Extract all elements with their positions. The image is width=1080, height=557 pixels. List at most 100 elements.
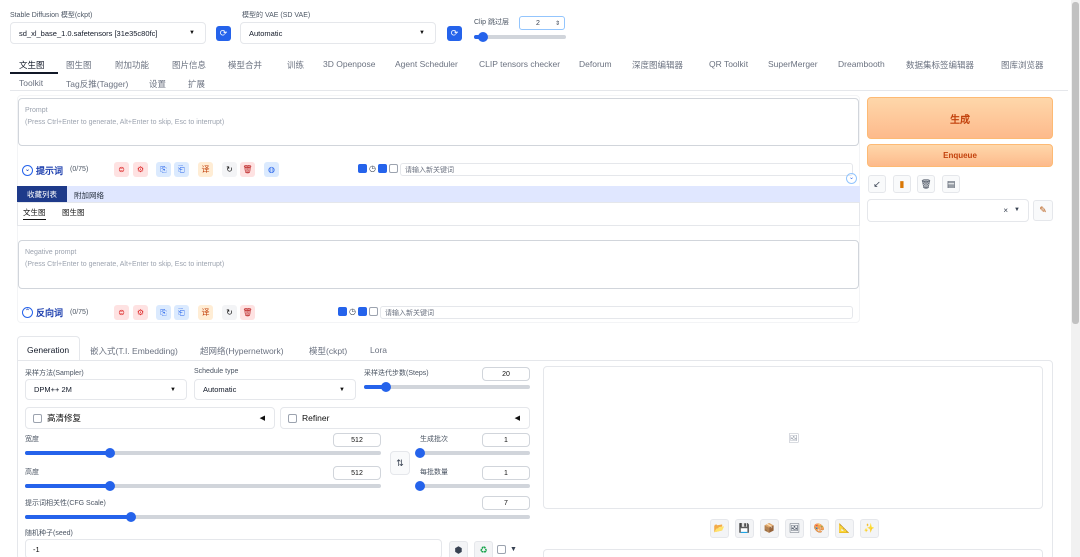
toggle-checkbox[interactable] <box>358 164 367 173</box>
expand-icon[interactable]: ⌄ <box>846 173 857 184</box>
paste-icon[interactable]: ⎗ <box>174 305 189 320</box>
toggle-checkbox[interactable] <box>357 307 367 316</box>
refiner-checkbox[interactable] <box>288 413 297 423</box>
tab-5[interactable]: 训练 <box>287 59 304 71</box>
dice-icon[interactable]: ⬢ <box>449 541 468 557</box>
vae-dropdown[interactable]: Automatic ▼ <box>240 22 436 44</box>
tab-13[interactable]: Dreambooth <box>838 59 885 69</box>
settings-icon[interactable]: ⚙ <box>133 162 148 177</box>
keyword-input[interactable]: 请输入新关键词 <box>400 163 853 176</box>
subtab-txt2img[interactable]: 文生图 <box>23 207 46 220</box>
schedule-dropdown[interactable]: Automatic ▼ <box>194 379 356 400</box>
generation-tab-4[interactable]: Lora <box>370 345 387 355</box>
clear-icon[interactable]: × <box>1003 206 1008 215</box>
tab-0[interactable]: 文生图 <box>19 59 45 71</box>
tab-4[interactable]: 模型合并 <box>228 59 262 71</box>
checkmark-icon[interactable]: ↙ <box>868 175 886 193</box>
clipboard-icon[interactable]: ▮ <box>893 175 911 193</box>
refresh-vae-button[interactable]: ⟳ <box>447 26 462 41</box>
tab-14[interactable]: 数据集标签编辑器 <box>906 59 974 71</box>
cfg-slider[interactable] <box>25 512 530 522</box>
enqueue-button[interactable]: Enqueue <box>867 144 1053 167</box>
tab-extra-networks[interactable]: 附加网络 <box>74 190 104 201</box>
generation-tab-0[interactable]: Generation <box>27 345 69 355</box>
tab-15[interactable]: 图库浏览器 <box>1001 59 1044 71</box>
seed-input[interactable]: -1 <box>25 539 442 557</box>
ckpt-dropdown[interactable]: sd_xl_base_1.0.safetensors [31e35c80fc] … <box>10 22 206 44</box>
batch-size-slider[interactable] <box>415 481 530 491</box>
toggle-checkbox[interactable] <box>377 164 387 173</box>
subtab-img2img[interactable]: 图生图 <box>62 207 85 218</box>
slider-thumb[interactable] <box>105 481 115 491</box>
hires-fix-accordion[interactable]: 高清修复 ◀ <box>25 407 275 429</box>
folder-icon[interactable]: 📂 <box>710 519 729 538</box>
prompt-textarea[interactable]: Prompt (Press Ctrl+Enter to generate, Al… <box>18 98 859 146</box>
history-icon[interactable]: ◷ <box>349 307 356 316</box>
tab-3[interactable]: 图片信息 <box>172 59 206 71</box>
slider-thumb[interactable] <box>478 32 488 42</box>
undo-icon[interactable]: ↻ <box>222 305 237 320</box>
toggle-checkbox[interactable] <box>338 307 347 316</box>
toggle-checkbox[interactable] <box>368 307 378 316</box>
notes-icon[interactable]: ▤ <box>942 175 960 193</box>
batch-size-input[interactable]: 1 <box>482 466 530 480</box>
tab-7[interactable]: Agent Scheduler <box>395 59 458 69</box>
sampler-dropdown[interactable]: DPM++ 2M ▼ <box>25 379 187 400</box>
slider-thumb[interactable] <box>415 448 425 458</box>
pencil-icon[interactable]: ✎ <box>1033 200 1053 221</box>
sparkle-icon[interactable]: ✨ <box>860 519 879 538</box>
slider-thumb[interactable] <box>415 481 425 491</box>
trash-icon[interactable]: 🗑 <box>240 305 255 320</box>
clip-skip-slider[interactable] <box>474 32 566 42</box>
generation-tab-3[interactable]: 模型(ckpt) <box>309 345 347 357</box>
tab-row2-2[interactable]: 设置 <box>149 78 166 90</box>
translate-icon[interactable]: 译 <box>198 162 213 177</box>
history-icon[interactable]: ◷ <box>369 164 376 173</box>
slider-thumb[interactable] <box>381 382 391 392</box>
generation-tab-1[interactable]: 嵌入式(T.I. Embedding) <box>90 345 178 357</box>
trash-icon[interactable]: 🗑 <box>917 175 935 193</box>
tab-2[interactable]: 附加功能 <box>115 59 149 71</box>
globe-icon[interactable]: ◍ <box>264 162 279 177</box>
extra-seed-toggle[interactable]: ▼ <box>497 545 517 554</box>
hires-checkbox[interactable] <box>33 413 42 423</box>
scrollbar-thumb[interactable] <box>1072 2 1079 324</box>
recycle-icon[interactable]: ♻ <box>474 541 493 557</box>
copy-icon[interactable]: ⎘ <box>156 305 171 320</box>
styles-dropdown[interactable]: × ▼ <box>867 199 1029 222</box>
prompt-section-header[interactable]: ⌄ 提示词 <box>22 164 63 177</box>
negative-keyword-input[interactable]: 请输入新关键词 <box>380 306 853 319</box>
generation-tab-2[interactable]: 超网络(Hypernetwork) <box>200 345 284 357</box>
height-input[interactable]: 512 <box>333 466 381 480</box>
refresh-ckpt-button[interactable]: ⟳ <box>216 26 231 41</box>
tab-row2-3[interactable]: 扩展 <box>188 78 205 90</box>
extra-checkbox[interactable] <box>497 545 506 554</box>
translate-icon[interactable]: 译 <box>198 305 213 320</box>
tab-11[interactable]: QR Toolkit <box>709 59 748 69</box>
slider-thumb[interactable] <box>105 448 115 458</box>
refiner-accordion[interactable]: Refiner ◀ <box>280 407 530 429</box>
tab-10[interactable]: 深度图编辑器 <box>632 59 683 71</box>
zip-icon[interactable]: 📦 <box>760 519 779 538</box>
tab-favorites[interactable]: 收藏列表 <box>17 186 67 202</box>
slider-thumb[interactable] <box>126 512 136 522</box>
steps-slider[interactable] <box>364 382 530 392</box>
tab-9[interactable]: Deforum <box>579 59 612 69</box>
tab-row2-1[interactable]: Tag反推(Tagger) <box>66 78 128 90</box>
settings-icon[interactable]: ⚙ <box>133 305 148 320</box>
undo-icon[interactable]: ↻ <box>222 162 237 177</box>
paste-icon[interactable]: ⎗ <box>174 162 189 177</box>
palette-icon[interactable]: 🎨 <box>810 519 829 538</box>
clear-icon[interactable]: ⊜ <box>114 162 129 177</box>
batch-count-input[interactable]: 1 <box>482 433 530 447</box>
copy-icon[interactable]: ⎘ <box>156 162 171 177</box>
tab-12[interactable]: SuperMerger <box>768 59 818 69</box>
trash-icon[interactable]: 🗑 <box>240 162 255 177</box>
steps-input[interactable]: 20 <box>482 367 530 381</box>
tab-8[interactable]: CLIP tensors checker <box>479 59 560 69</box>
tab-1[interactable]: 图生图 <box>66 59 92 71</box>
image-icon[interactable]: 🖼 <box>785 519 804 538</box>
clip-skip-input[interactable]: 2 ⇕ <box>519 16 565 30</box>
ruler-icon[interactable]: 📐 <box>835 519 854 538</box>
batch-count-slider[interactable] <box>415 448 530 458</box>
